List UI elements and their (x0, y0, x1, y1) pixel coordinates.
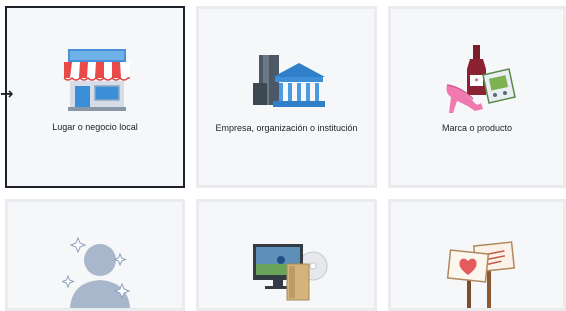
entertainment-media-icon (253, 244, 328, 301)
category-brand-product[interactable]: * Marca o producto (388, 6, 566, 188)
category-local-business[interactable]: Lugar o negocio local (5, 6, 185, 188)
storefront-icon (63, 49, 130, 111)
office-buildings-icon (253, 55, 325, 107)
arrow-right-icon: → (0, 84, 14, 103)
tile-label: Lugar o negocio local (52, 122, 138, 132)
category-artist-public-figure[interactable] (5, 199, 185, 311)
tile-label: Marca o producto (441, 123, 513, 133)
svg-text:*: * (475, 77, 479, 86)
tile-label: Empresa, organización o institución (215, 123, 358, 133)
category-entertainment[interactable] (196, 199, 377, 311)
artist-figure-icon (62, 236, 131, 308)
products-icon: * (446, 45, 516, 113)
category-cause-community[interactable] (388, 199, 566, 311)
category-company-organization[interactable]: Empresa, organización o institución (196, 6, 377, 188)
cause-signs-icon (446, 241, 516, 308)
